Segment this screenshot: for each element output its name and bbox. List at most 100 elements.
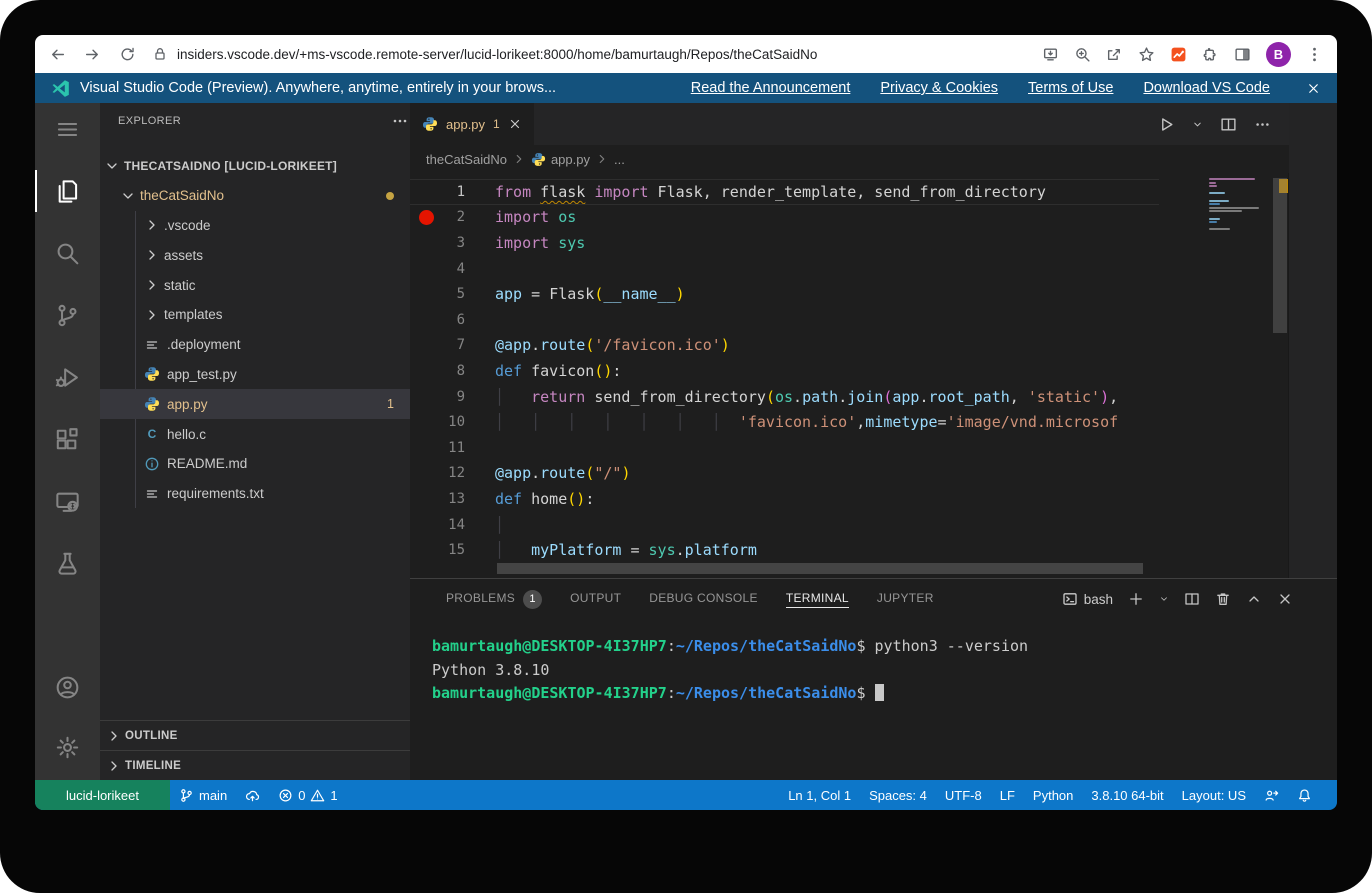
tab-app-py[interactable]: app.py 1 [410, 103, 534, 145]
activity-testing[interactable] [35, 540, 100, 586]
banner-link[interactable]: Download VS Code [1143, 80, 1270, 96]
tree-item-templates[interactable]: templates [100, 300, 410, 330]
code-line-13[interactable]: 13def home(): [410, 486, 1289, 512]
activity-run-and-debug[interactable] [35, 354, 100, 400]
analytics-icon[interactable] [1170, 46, 1187, 63]
forward-icon[interactable] [84, 46, 101, 63]
activity-source-control[interactable] [35, 292, 100, 338]
code-line-3[interactable]: 3import sys [410, 230, 1289, 256]
horizontal-scrollbar[interactable] [497, 563, 1143, 574]
sync-item[interactable] [236, 780, 269, 810]
banner-link[interactable]: Terms of Use [1028, 80, 1113, 96]
code-line-6[interactable]: 6 [410, 307, 1289, 333]
panel-tab-jupyter[interactable]: JUPYTER [863, 579, 948, 619]
browser-menu-icon[interactable] [1306, 46, 1323, 63]
url-text[interactable]: insiders.vscode.dev/+ms-vscode.remote-se… [177, 47, 817, 62]
puzzle-icon[interactable] [1202, 46, 1219, 63]
tab-close-icon[interactable] [508, 117, 522, 131]
split-editor-icon[interactable] [1220, 116, 1237, 133]
panel-tab-terminal[interactable]: TERMINAL [772, 579, 863, 619]
breadcrumb-item[interactable]: theCatSaidNo [426, 152, 507, 167]
activity-accounts[interactable] [35, 664, 100, 710]
breadcrumb-item[interactable]: ... [614, 152, 625, 167]
run-icon[interactable] [1158, 116, 1175, 133]
activity-settings[interactable] [35, 724, 100, 770]
reload-icon[interactable] [119, 46, 136, 63]
feedback-item[interactable] [1255, 780, 1288, 810]
code-line-1[interactable]: 1from flask import Flask, render_templat… [410, 179, 1289, 205]
section-timeline[interactable]: TIMELINE [100, 750, 410, 780]
code-line-15[interactable]: 15│ myPlatform = sys.platform [410, 537, 1289, 563]
code-line-7[interactable]: 7@app.route('/favicon.ico') [410, 333, 1289, 359]
banner-close-icon[interactable] [1306, 81, 1321, 96]
star-icon[interactable] [1138, 46, 1155, 63]
activity-explorer[interactable] [35, 168, 100, 214]
terminal[interactable]: bamurtaugh@DESKTOP-4I37HP7:~/Repos/theCa… [432, 635, 1297, 706]
remote-indicator[interactable]: lucid-lorikeet [35, 780, 170, 810]
sidepanel-icon[interactable] [1234, 46, 1251, 63]
install-icon[interactable] [1042, 46, 1059, 63]
status-python[interactable]: Python [1024, 780, 1082, 810]
vertical-scrollbar[interactable] [1271, 173, 1289, 578]
code-editor[interactable]: 1from flask import Flask, render_templat… [410, 173, 1289, 578]
status-layout[interactable]: Layout: US [1173, 780, 1255, 810]
code-line-2[interactable]: 2import os [410, 205, 1289, 231]
banner-link[interactable]: Read the Announcement [691, 80, 851, 96]
status-utf-8[interactable]: UTF-8 [936, 780, 991, 810]
share-icon[interactable] [1106, 46, 1123, 63]
scrollbar-thumb[interactable] [1273, 178, 1287, 333]
address-bar[interactable]: insiders.vscode.dev/+ms-vscode.remote-se… [152, 46, 1028, 62]
breadcrumb-item[interactable]: app.py [531, 152, 590, 167]
tree-item-requirements.txt[interactable]: requirements.txt [100, 479, 410, 509]
profile-avatar[interactable]: B [1266, 42, 1291, 67]
code-line-4[interactable]: 4 [410, 256, 1289, 282]
terminal-dropdown-icon[interactable] [1159, 594, 1169, 604]
tree-item-thecatsaidno-lucid-lorikeet-[interactable]: THECATSAIDNO [LUCID-LORIKEET] [100, 151, 410, 181]
status-ln[interactable]: Ln 1, Col 1 [779, 780, 860, 810]
tree-item-.deployment[interactable]: .deployment [100, 330, 410, 360]
split-terminal-icon[interactable] [1184, 591, 1200, 607]
panel-tab-problems[interactable]: PROBLEMS1 [432, 579, 556, 619]
branch-item[interactable]: main [170, 780, 236, 810]
editor-more-icon[interactable] [1254, 116, 1271, 133]
section-outline[interactable]: OUTLINE [100, 720, 410, 750]
maximize-panel-icon[interactable] [1246, 591, 1262, 607]
zoomin-icon[interactable] [1074, 46, 1091, 63]
tree-item-assets[interactable]: assets [100, 240, 410, 270]
code-line-10[interactable]: 10│ │ │ │ │ │ │ 'favicon.ico',mimetype='… [410, 409, 1289, 435]
breakpoint-icon[interactable] [419, 210, 434, 225]
status-3.8.10[interactable]: 3.8.10 64-bit [1082, 780, 1172, 810]
notifications-item[interactable] [1288, 780, 1321, 810]
code-line-5[interactable]: 5app = Flask(__name__) [410, 281, 1289, 307]
tree-item-hello.c[interactable]: Chello.c [100, 419, 410, 449]
activity-remote-explorer[interactable] [35, 478, 100, 524]
tree-item-app.py[interactable]: app.py1 [100, 389, 410, 419]
code-line-11[interactable]: 11 [410, 435, 1289, 461]
status-spaces[interactable]: Spaces: 4 [860, 780, 936, 810]
activity-menu[interactable] [35, 106, 100, 152]
kill-terminal-icon[interactable] [1215, 591, 1231, 607]
tree-item-app-test.py[interactable]: app_test.py [100, 360, 410, 390]
back-icon[interactable] [49, 46, 66, 63]
explorer-more-icon[interactable] [376, 113, 392, 129]
problems-item[interactable]: 0 1 [269, 780, 346, 810]
panel-tab-debug-console[interactable]: DEBUG CONSOLE [635, 579, 772, 619]
banner-link[interactable]: Privacy & Cookies [880, 80, 998, 96]
code-line-8[interactable]: 8def favicon(): [410, 358, 1289, 384]
code-line-14[interactable]: 14│ [410, 512, 1289, 538]
terminal-shell-picker[interactable]: bash [1062, 591, 1113, 607]
minimap[interactable] [1207, 173, 1262, 578]
tree-item-.vscode[interactable]: .vscode [100, 211, 410, 241]
close-panel-icon[interactable] [1277, 591, 1293, 607]
run-dropdown-icon[interactable] [1192, 119, 1203, 130]
status-lf[interactable]: LF [991, 780, 1024, 810]
tree-item-thecatsaidno[interactable]: theCatSaidNo [100, 181, 410, 211]
tree-item-readme.md[interactable]: README.md [100, 449, 410, 479]
tree-item-static[interactable]: static [100, 270, 410, 300]
code-line-9[interactable]: 9│ return send_from_directory(os.path.jo… [410, 384, 1289, 410]
panel-tab-output[interactable]: OUTPUT [556, 579, 635, 619]
activity-search[interactable] [35, 230, 100, 276]
code-line-12[interactable]: 12@app.route("/") [410, 461, 1289, 487]
new-terminal-icon[interactable] [1128, 591, 1144, 607]
activity-extensions[interactable] [35, 416, 100, 462]
